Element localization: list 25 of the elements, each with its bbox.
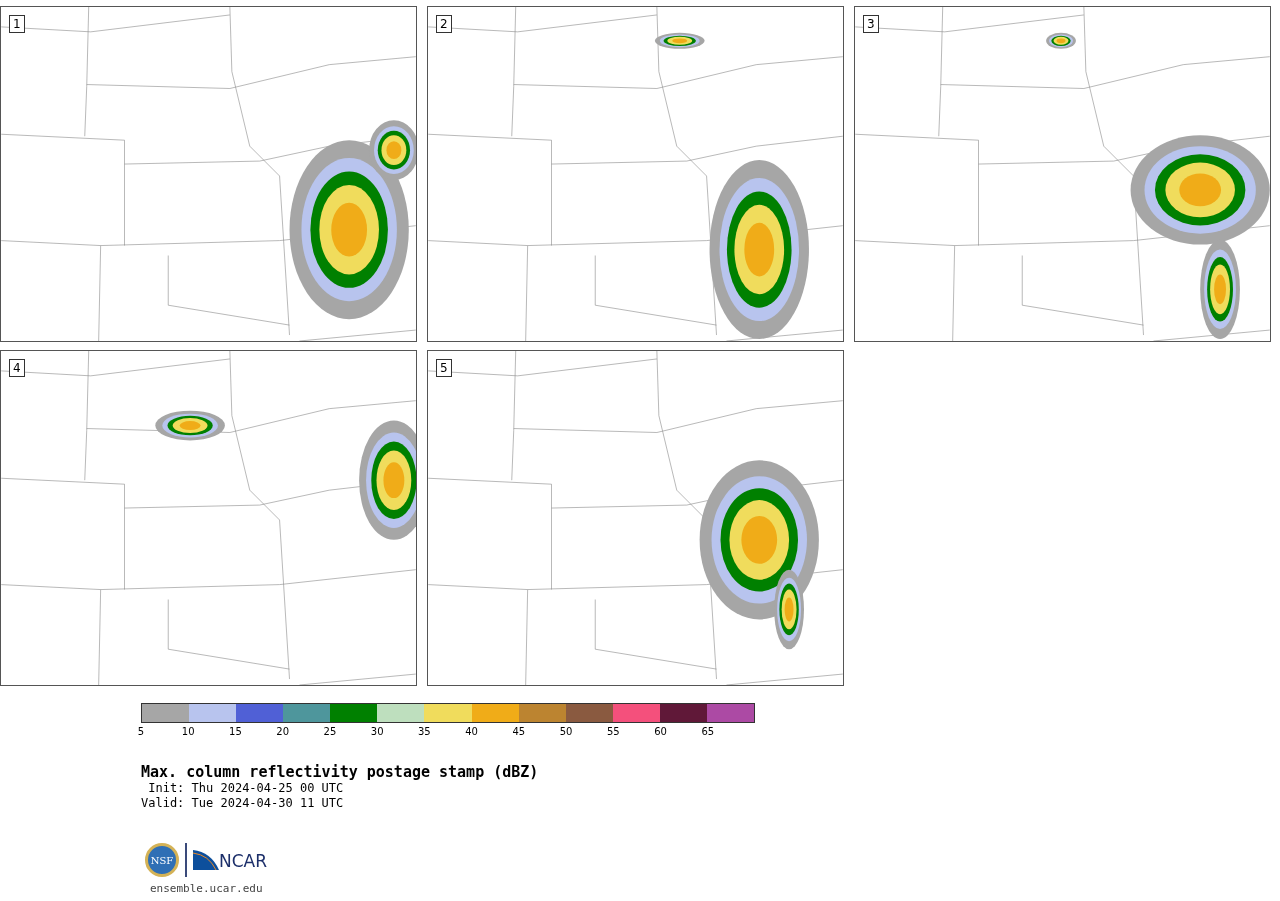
website-url: ensemble.ucar.edu	[150, 881, 264, 897]
panel-number: 1	[9, 15, 25, 33]
tick-label: 10	[181, 726, 195, 738]
chart-title: Max. column reflectivity postage stamp (dBZ)	[141, 763, 540, 781]
tick-label: 20	[276, 726, 290, 738]
tick-label: 25	[323, 726, 337, 738]
tick-label: 35	[418, 726, 431, 738]
tick-label: 30	[370, 726, 384, 738]
ncar-logo-text: NCAR	[219, 852, 268, 870]
panel-number: 5	[436, 359, 452, 377]
tick-label: 45	[512, 726, 526, 738]
valid-time: Valid: Tue 2024-04-30 11 UTC	[141, 796, 345, 811]
tick-label: 65	[701, 726, 715, 738]
tick-label: 55	[606, 726, 620, 738]
tick-label: 40	[465, 726, 478, 738]
init-time: Init: Thu 2024-04-25 00 UTC	[147, 781, 345, 796]
panel-number: 2	[436, 15, 452, 33]
tick-label: 15	[229, 726, 242, 738]
ncar-swoosh-icon	[193, 850, 219, 870]
panel-number: 4	[9, 359, 25, 377]
tick-label: 5	[137, 726, 145, 738]
tick-label: 50	[559, 726, 573, 738]
tick-label: 60	[654, 726, 667, 738]
panel-number: 3	[863, 15, 879, 33]
nsf-logo: NSF	[145, 843, 179, 877]
